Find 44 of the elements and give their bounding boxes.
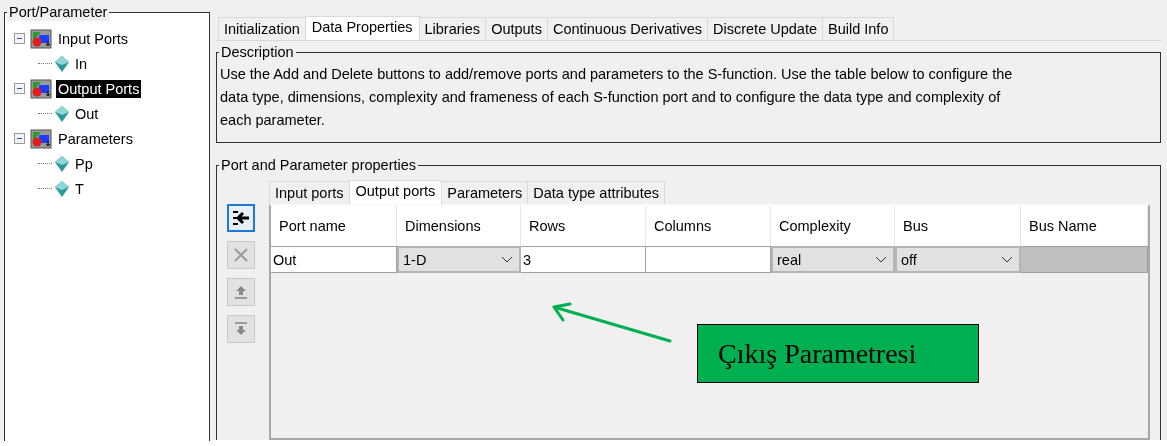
tab[interactable]: Input ports: [269, 181, 350, 204]
tab[interactable]: Data Properties: [304, 16, 420, 40]
dropdown[interactable]: off: [895, 246, 1021, 273]
tree-item[interactable]: In: [73, 54, 90, 73]
collapse-icon[interactable]: [14, 133, 25, 144]
table-cell[interactable]: Out: [271, 246, 397, 273]
chevron-icon: [875, 255, 887, 264]
tree-item[interactable]: Parameters: [56, 129, 135, 148]
collapse-icon[interactable]: [14, 83, 25, 94]
add-button[interactable]: [227, 204, 255, 232]
group-title: Port and Parameter properties: [219, 156, 419, 174]
table-cell[interactable]: 3: [521, 246, 646, 273]
panel-title: Port/Parameter: [7, 3, 110, 21]
callout-label: Çıkış Parametresi: [697, 324, 979, 383]
diamond-icon: [54, 104, 70, 123]
chevron-icon: [1001, 255, 1013, 264]
tab[interactable]: Discrete Update: [707, 17, 823, 40]
diamond-icon: [54, 154, 70, 173]
tree-item[interactable]: Out: [73, 104, 101, 123]
diamond-icon: [54, 54, 70, 73]
tree-item[interactable]: Input Ports: [56, 29, 131, 48]
add-port-icon: [232, 210, 250, 226]
diamond-icon: [54, 179, 70, 198]
dropdown[interactable]: real: [771, 246, 895, 273]
table-cell[interactable]: [646, 246, 771, 273]
chevron-icon: [501, 255, 513, 264]
block-icon: [30, 28, 52, 49]
block-icon: [30, 128, 52, 149]
tab[interactable]: Initialization: [218, 17, 306, 40]
move-down-icon: [234, 321, 248, 337]
collapse-icon[interactable]: [14, 33, 25, 44]
group-title: Description: [219, 43, 296, 61]
dropdown[interactable]: 1-D: [397, 246, 521, 273]
description-text: Use the Add and Delete buttons to add/remove ports and parameters to the S-function. Use the table below to configure the data type, dimensions, complexity and frameness of each S-function port and to configure the data type and complexity of each parameter.: [220, 65, 1014, 130]
move-up-icon: [234, 284, 248, 300]
tab[interactable]: Outputs: [485, 17, 548, 40]
tree-item[interactable]: Pp: [73, 154, 95, 173]
tab[interactable]: Build Info: [822, 17, 895, 40]
tab[interactable]: Data type attributes: [527, 181, 665, 204]
tab[interactable]: Output ports: [348, 180, 443, 204]
tree-item[interactable]: Output Ports: [56, 79, 142, 98]
block-icon: [30, 78, 52, 99]
delete-icon: [233, 247, 249, 263]
tree-item[interactable]: T: [73, 179, 86, 198]
